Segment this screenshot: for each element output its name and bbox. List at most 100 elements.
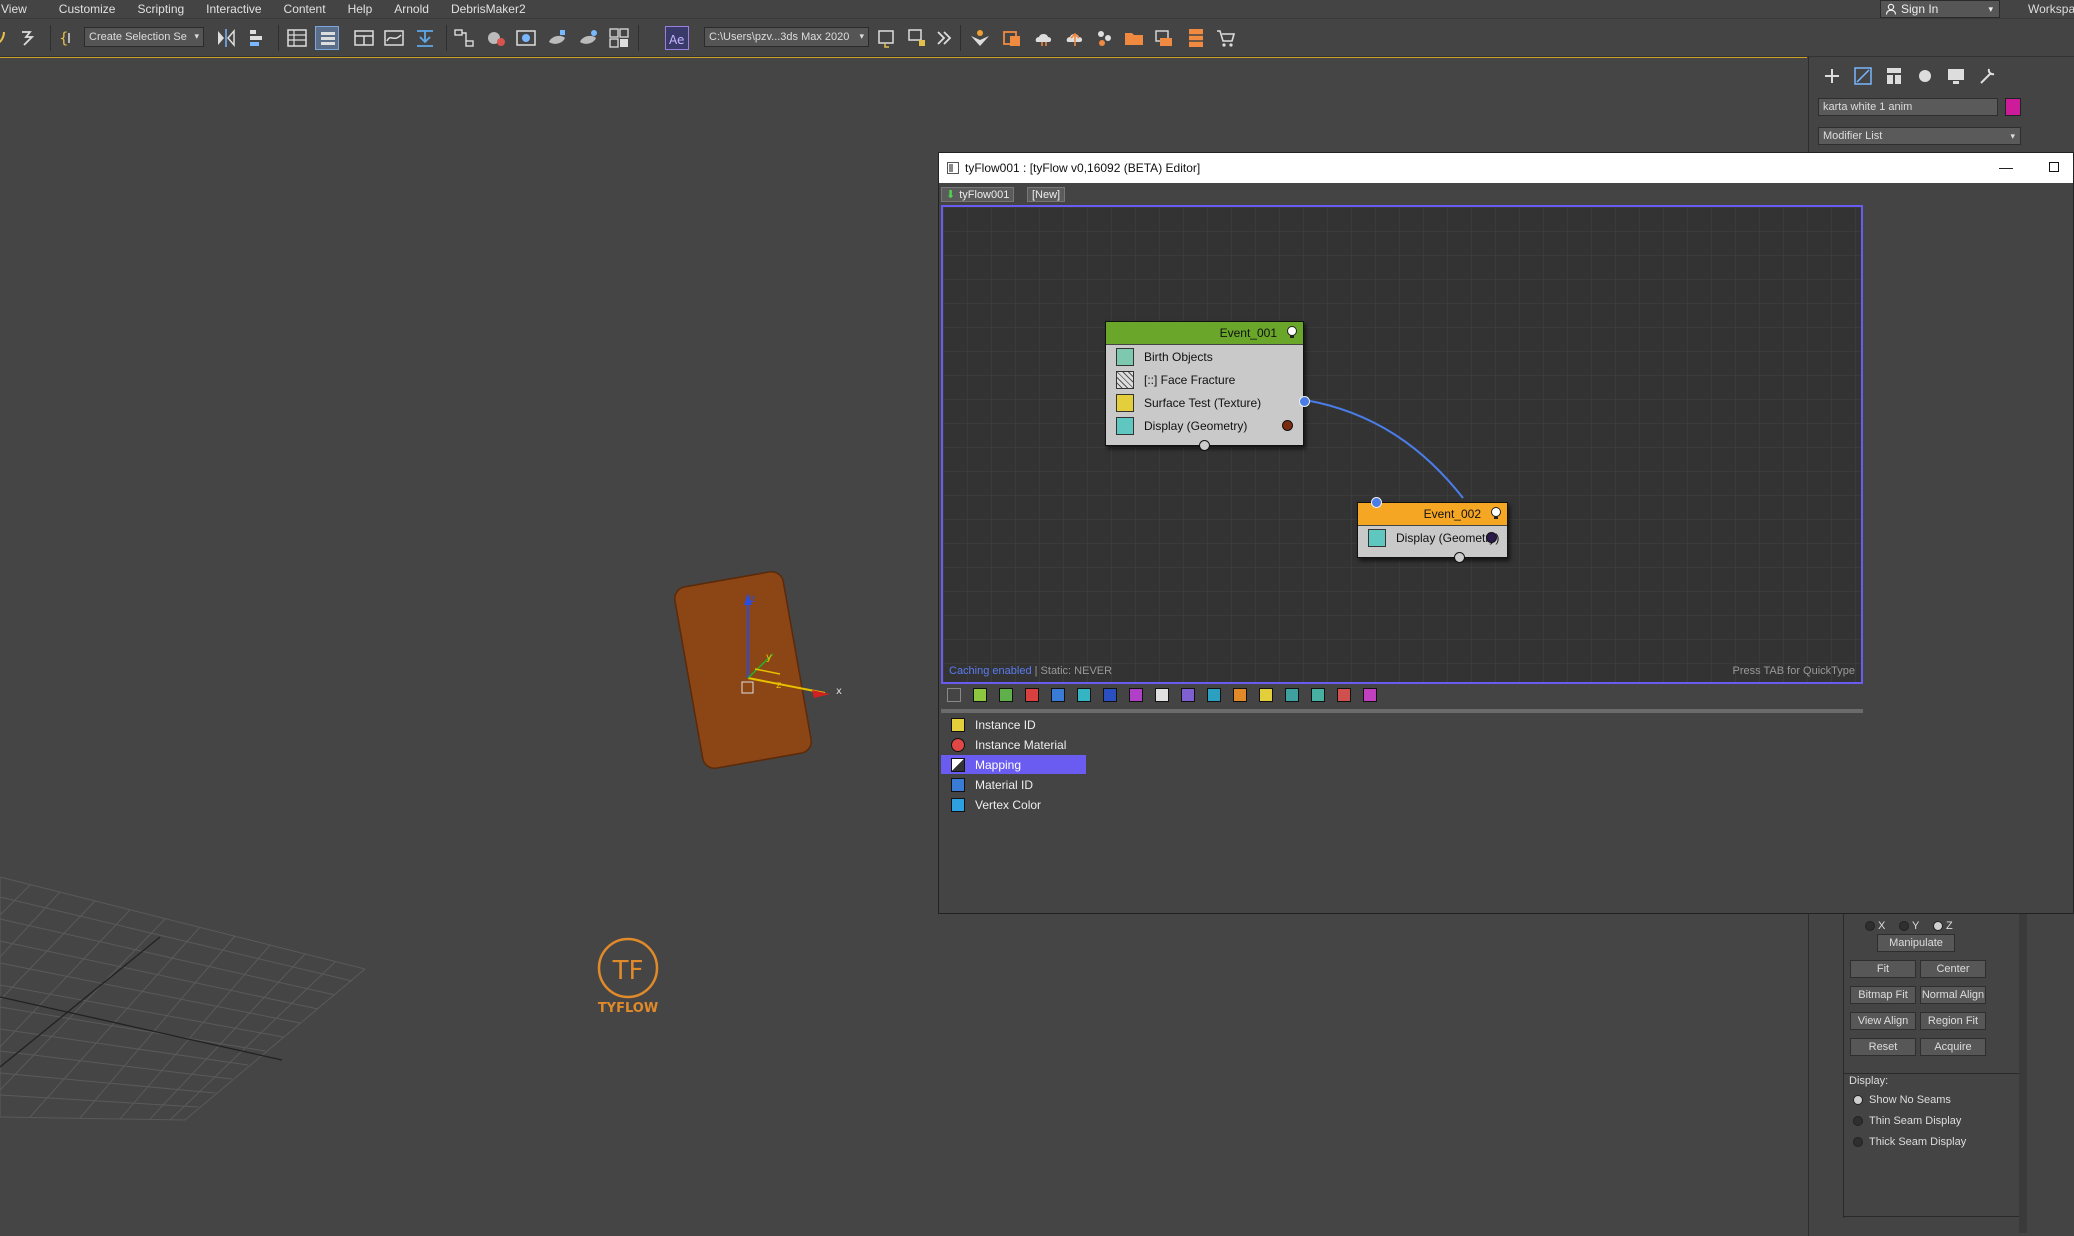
link-icon[interactable] bbox=[0, 26, 14, 50]
region-fit-button[interactable]: Region Fit bbox=[1920, 1012, 1986, 1030]
acquire-button[interactable]: Acquire bbox=[1920, 1038, 1986, 1056]
panel-splitter[interactable] bbox=[941, 709, 1863, 713]
operator-display-geometry[interactable]: Display (Geometry) bbox=[1106, 414, 1303, 437]
list-item-instance-id[interactable]: Instance ID bbox=[941, 715, 1086, 734]
fit-button[interactable]: Fit bbox=[1850, 960, 1916, 978]
cloud-tool-icon[interactable] bbox=[1032, 26, 1056, 50]
open-folder-icon[interactable] bbox=[1122, 26, 1146, 50]
hierarchy-tab-icon[interactable] bbox=[1883, 65, 1905, 87]
operator-birth-objects[interactable]: Birth Objects bbox=[1106, 345, 1303, 368]
align-icon[interactable] bbox=[246, 26, 270, 50]
category-position-icon[interactable] bbox=[1155, 688, 1169, 702]
more-tools-icon[interactable] bbox=[932, 26, 956, 50]
category-script-icon[interactable] bbox=[1363, 688, 1377, 702]
flow-canvas[interactable]: Event_001 Birth Objects [::] Face Fractu… bbox=[941, 205, 1863, 684]
operator-display-geometry[interactable]: Display (Geometry) bbox=[1358, 526, 1507, 549]
layer-explorer-icon[interactable] bbox=[315, 26, 339, 50]
category-force-icon[interactable] bbox=[1103, 688, 1117, 702]
event-001-node[interactable]: Event_001 Birth Objects [::] Face Fractu… bbox=[1105, 321, 1310, 451]
bitmap-fit-button[interactable]: Bitmap Fit bbox=[1850, 986, 1916, 1004]
set-project-icon[interactable] bbox=[905, 26, 929, 50]
axis-z-radio[interactable] bbox=[1933, 921, 1943, 931]
render-iterative-icon[interactable] bbox=[607, 26, 631, 50]
tab-new[interactable]: [New] bbox=[1027, 187, 1066, 202]
category-speed-icon[interactable] bbox=[1077, 688, 1091, 702]
category-cache-icon[interactable] bbox=[1337, 688, 1351, 702]
category-spin-icon[interactable] bbox=[1129, 688, 1143, 702]
thin-seam-display-radio[interactable] bbox=[1853, 1116, 1863, 1126]
unlink-icon[interactable] bbox=[16, 26, 40, 50]
tab-tyflow001[interactable]: ⬇ tyFlow001 bbox=[941, 187, 1015, 202]
event-002-header[interactable]: Event_002 bbox=[1358, 503, 1507, 526]
menu-item-arnold[interactable]: Arnold bbox=[384, 2, 439, 16]
schematic-view-icon[interactable] bbox=[452, 26, 476, 50]
utilities-tab-icon[interactable] bbox=[1976, 65, 1998, 87]
menu-item-help[interactable]: Help bbox=[338, 2, 383, 16]
lightbulb-icon[interactable] bbox=[1489, 506, 1503, 520]
import-folder-icon[interactable] bbox=[1152, 26, 1176, 50]
project-path-dropdown[interactable]: C:\Users\pzv...3ds Max 2020 ▾ bbox=[704, 27, 869, 47]
render-setup-icon[interactable] bbox=[514, 26, 538, 50]
menu-item-customize[interactable]: Customize bbox=[49, 2, 126, 16]
object-color-swatch[interactable] bbox=[2005, 98, 2021, 116]
panel-scrollbar[interactable] bbox=[2019, 913, 2027, 1233]
display-color-dot[interactable] bbox=[1486, 532, 1497, 543]
sign-in-dropdown[interactable]: Sign In ▾ bbox=[1880, 0, 2000, 18]
category-motion-icon[interactable] bbox=[1051, 688, 1065, 702]
modify-tab-icon[interactable] bbox=[1852, 65, 1874, 87]
fracture-tool-icon[interactable] bbox=[1000, 26, 1024, 50]
render-frame-icon[interactable] bbox=[545, 26, 569, 50]
modifier-list-dropdown[interactable]: Modifier List ▾ bbox=[1818, 127, 2021, 145]
event-001-header[interactable]: Event_001 bbox=[1106, 322, 1303, 345]
object-name-field[interactable]: karta white 1 anim bbox=[1818, 98, 1998, 116]
normal-align-button[interactable]: Normal Align bbox=[1920, 986, 1986, 1004]
category-delete-icon[interactable] bbox=[1025, 688, 1039, 702]
event-002-node[interactable]: Event_002 Display (Geometry) bbox=[1357, 497, 1508, 563]
reset-button[interactable]: Reset bbox=[1850, 1038, 1916, 1056]
mirror-icon[interactable] bbox=[214, 26, 238, 50]
ribbon-icon[interactable] bbox=[352, 26, 376, 50]
category-all-icon[interactable] bbox=[947, 688, 961, 702]
project-folder-icon[interactable] bbox=[875, 26, 899, 50]
render-production-icon[interactable] bbox=[576, 26, 600, 50]
material-editor-icon[interactable] bbox=[484, 26, 508, 50]
list-item-material-id[interactable]: Material ID bbox=[941, 775, 1086, 794]
named-selection-icon[interactable]: { bbox=[56, 26, 80, 50]
event-001-output-port[interactable] bbox=[1199, 440, 1210, 451]
category-mesh-icon[interactable] bbox=[1285, 688, 1299, 702]
surface-test-output-port[interactable] bbox=[1299, 396, 1310, 407]
center-button[interactable]: Center bbox=[1920, 960, 1986, 978]
menu-item-interactive[interactable]: Interactive bbox=[196, 2, 271, 16]
menu-item-content[interactable]: Content bbox=[274, 2, 336, 16]
category-birth-icon[interactable] bbox=[973, 688, 987, 702]
display-color-dot[interactable] bbox=[1282, 420, 1293, 431]
thick-seam-display-radio[interactable] bbox=[1853, 1137, 1863, 1147]
display-tab-icon[interactable] bbox=[1945, 65, 1967, 87]
cabinet-tool-icon[interactable] bbox=[1184, 26, 1208, 50]
operator-surface-test[interactable]: Surface Test (Texture) bbox=[1106, 391, 1303, 414]
manipulate-button[interactable]: Manipulate bbox=[1877, 934, 1955, 952]
axis-x-radio[interactable] bbox=[1865, 921, 1875, 931]
list-item-instance-material[interactable]: Instance Material bbox=[941, 735, 1086, 754]
export-tool-icon[interactable] bbox=[1063, 26, 1087, 50]
category-test-icon[interactable] bbox=[1259, 688, 1273, 702]
category-material-icon[interactable] bbox=[1181, 688, 1195, 702]
menu-item-view[interactable]: l View bbox=[0, 2, 37, 16]
event-002-input-port[interactable] bbox=[1371, 497, 1382, 508]
view-align-button[interactable]: View Align bbox=[1850, 1012, 1916, 1030]
particle-tool-icon[interactable] bbox=[1093, 26, 1117, 50]
list-item-mapping[interactable]: Mapping bbox=[941, 755, 1086, 774]
event-002-output-port[interactable] bbox=[1454, 552, 1465, 563]
create-tab-icon[interactable] bbox=[1821, 65, 1843, 87]
minimize-icon[interactable]: — bbox=[1999, 159, 2013, 175]
maximize-icon[interactable] bbox=[2049, 162, 2059, 172]
scene-explorer-icon[interactable] bbox=[285, 26, 309, 50]
category-collision-icon[interactable] bbox=[1207, 688, 1221, 702]
cart-tool-icon[interactable] bbox=[1214, 26, 1238, 50]
menu-item-debrismaker2[interactable]: DebrisMaker2 bbox=[441, 2, 536, 16]
workspace-label[interactable]: Workspac bbox=[2028, 0, 2074, 18]
dope-sheet-icon[interactable] bbox=[413, 26, 437, 50]
operator-face-fracture[interactable]: [::] Face Fracture bbox=[1106, 368, 1303, 391]
show-no-seams-radio[interactable] bbox=[1853, 1095, 1863, 1105]
curve-editor-icon[interactable] bbox=[382, 26, 406, 50]
